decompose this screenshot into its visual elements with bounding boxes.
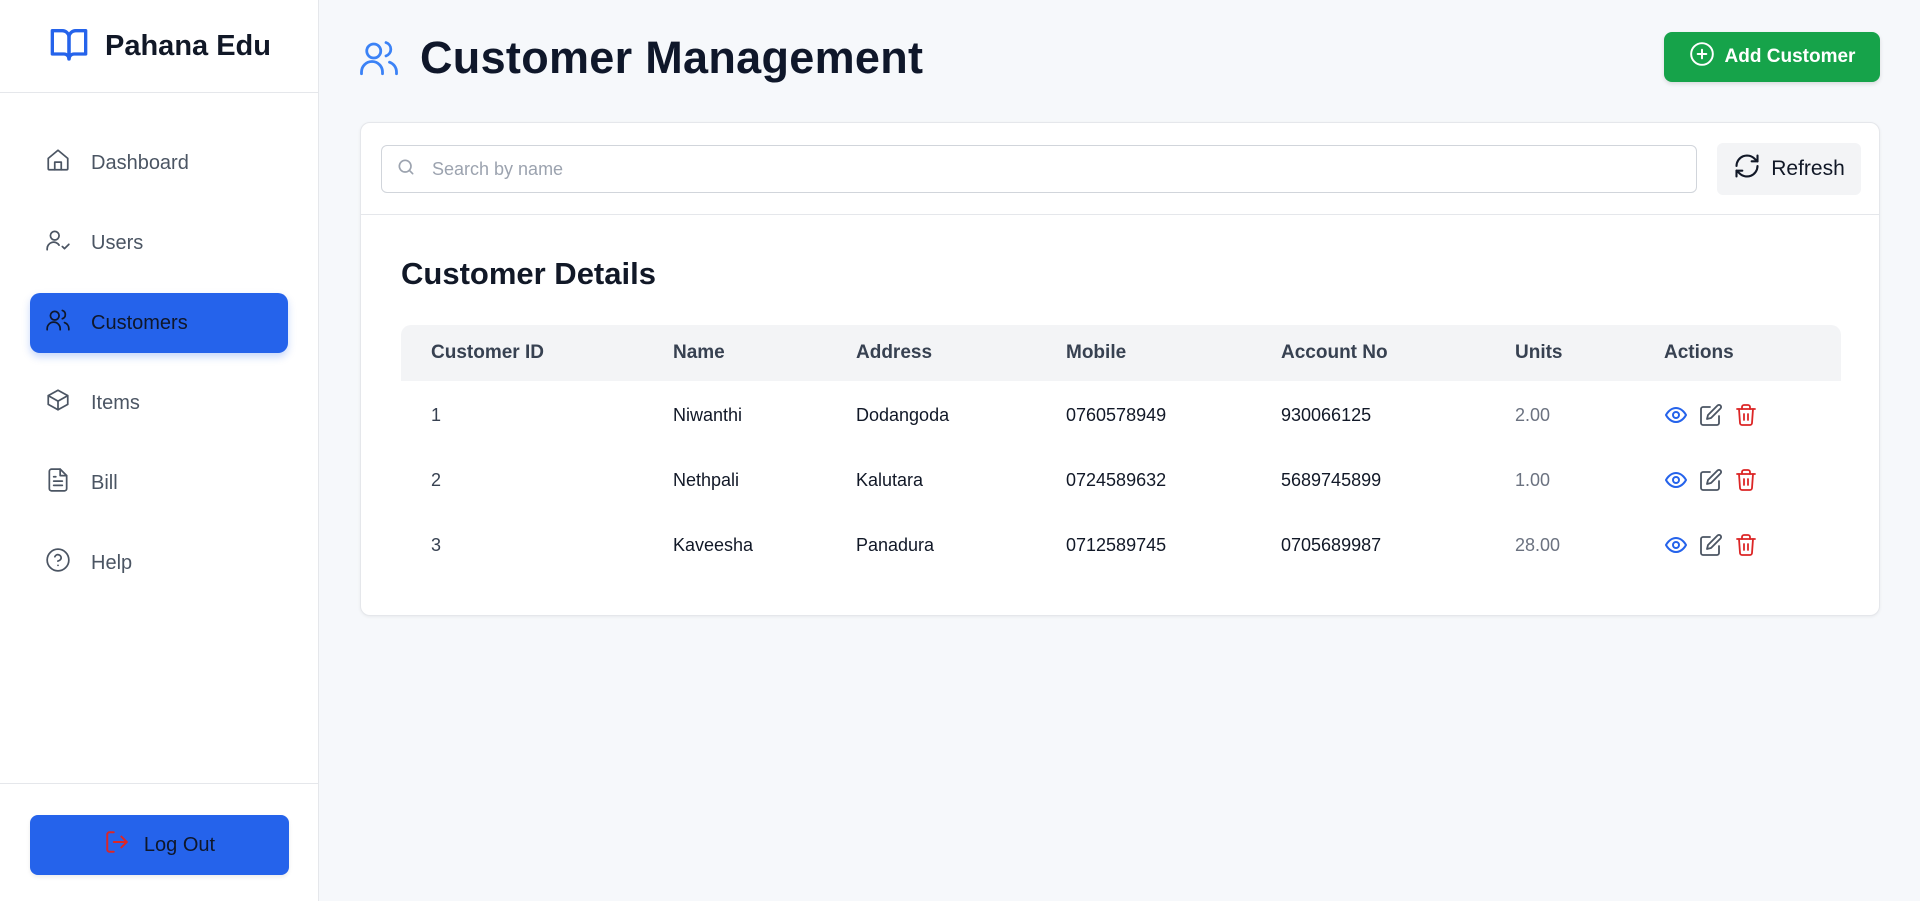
refresh-icon (1733, 152, 1771, 186)
trash-icon[interactable] (1734, 468, 1758, 492)
cell-address: Panadura (856, 535, 935, 555)
sidebar: Pahana Edu Dashboard Users Customers Ite… (0, 0, 319, 901)
add-customer-label: Add Customer (1724, 46, 1856, 67)
search-box (381, 145, 1697, 193)
column-header: Name (673, 342, 725, 363)
cell-address: Kalutara (856, 470, 924, 490)
cell-customer-id: 1 (431, 405, 442, 425)
sidebar-item-items[interactable]: Items (30, 373, 288, 433)
customer-card: Refresh Customer Details Customer ID Nam… (360, 122, 1880, 616)
search-icon (382, 157, 416, 182)
row-actions (1664, 468, 1769, 492)
sidebar-nav: Dashboard Users Customers Items Bill Hel… (0, 93, 318, 593)
table-header: Customer ID Name Address Mobile Account … (401, 325, 1841, 381)
user-check-icon (45, 227, 71, 259)
edit-icon[interactable] (1699, 468, 1723, 492)
sidebar-item-label: Bill (91, 471, 118, 494)
add-customer-button[interactable]: Add Customer (1664, 32, 1880, 82)
column-header: Mobile (1066, 342, 1127, 363)
cell-mobile: 0724589632 (1066, 470, 1167, 490)
search-input[interactable] (432, 158, 1632, 180)
toolbar: Refresh (361, 123, 1879, 215)
sidebar-item-dashboard[interactable]: Dashboard (30, 133, 288, 193)
users-icon (45, 307, 71, 339)
cell-account-no: 0705689987 (1281, 535, 1382, 555)
sidebar-item-bill[interactable]: Bill (30, 453, 288, 513)
cell-address: Dodangoda (856, 405, 950, 425)
cell-units: 1.00 (1515, 470, 1551, 490)
sidebar-footer: Log Out (0, 783, 319, 901)
cell-account-no: 5689745899 (1281, 470, 1382, 490)
logout-button[interactable]: Log Out (30, 815, 289, 875)
brand[interactable]: Pahana Edu (0, 0, 318, 93)
column-header: Account No (1281, 342, 1388, 363)
cell-units: 2.00 (1515, 405, 1551, 425)
cell-name: Niwanthi (673, 405, 743, 425)
section-title: Customer Details (401, 256, 656, 291)
brand-name: Pahana Edu (105, 29, 271, 62)
log-out-icon (104, 829, 144, 861)
table-row[interactable]: 1 Niwanthi Dodangoda 0760578949 93006612… (401, 381, 1841, 446)
sidebar-item-label: Dashboard (91, 151, 189, 174)
eye-icon[interactable] (1664, 468, 1688, 492)
logout-label: Log Out (143, 833, 216, 856)
refresh-label: Refresh (1771, 157, 1845, 180)
edit-icon[interactable] (1699, 533, 1723, 557)
users-icon (357, 37, 401, 79)
sidebar-item-customers[interactable]: Customers (30, 293, 288, 353)
sidebar-item-label: Items (91, 391, 140, 414)
plus-circle-icon (1689, 41, 1725, 73)
column-header: Address (856, 342, 933, 363)
edit-icon[interactable] (1699, 403, 1723, 427)
cell-name: Nethpali (673, 470, 740, 490)
customer-table: Customer ID Name Address Mobile Account … (401, 325, 1841, 576)
cell-customer-id: 2 (431, 470, 442, 490)
cell-account-no: 930066125 (1281, 405, 1372, 425)
cell-units: 28.00 (1515, 535, 1561, 555)
box-icon (45, 387, 71, 419)
cell-name: Kaveesha (673, 535, 754, 555)
cell-mobile: 0712589745 (1066, 535, 1167, 555)
cell-customer-id: 3 (431, 535, 442, 555)
sidebar-item-users[interactable]: Users (30, 213, 288, 273)
sidebar-item-label: Help (91, 551, 133, 574)
column-header: Units (1515, 342, 1563, 363)
eye-icon[interactable] (1664, 533, 1688, 557)
book-open-icon (49, 24, 89, 69)
file-text-icon (45, 467, 71, 499)
sidebar-item-label: Customers (91, 311, 188, 334)
home-icon (45, 147, 71, 179)
table-row[interactable]: 3 Kaveesha Panadura 0712589745 070568998… (401, 511, 1841, 576)
sidebar-item-label: Users (91, 231, 144, 254)
table-row[interactable]: 2 Nethpali Kalutara 0724589632 568974589… (401, 446, 1841, 511)
column-header: Actions (1664, 342, 1734, 363)
sidebar-item-help[interactable]: Help (30, 533, 288, 593)
trash-icon[interactable] (1734, 533, 1758, 557)
help-circle-icon (45, 547, 71, 579)
row-actions (1664, 533, 1769, 557)
page-title: Customer Management (420, 32, 924, 83)
row-actions (1664, 403, 1769, 427)
column-header: Customer ID (431, 342, 544, 363)
cell-mobile: 0760578949 (1066, 405, 1167, 425)
trash-icon[interactable] (1734, 403, 1758, 427)
eye-icon[interactable] (1664, 403, 1688, 427)
refresh-button[interactable]: Refresh (1717, 143, 1861, 195)
